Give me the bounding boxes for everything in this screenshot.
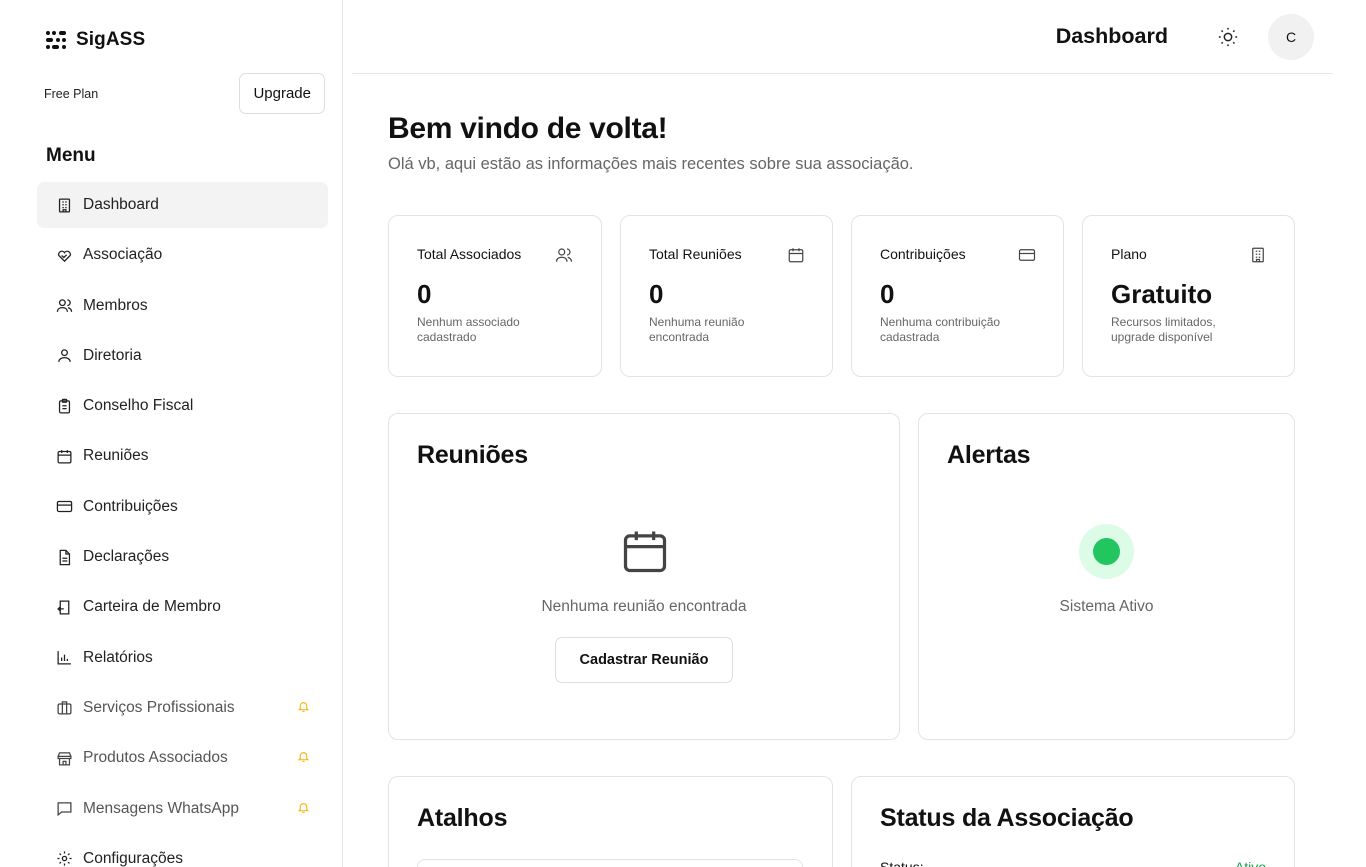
reunioes-title: Reuniões — [417, 441, 528, 469]
users-icon — [55, 297, 73, 315]
status-associacao-card: Status da Associação Status: Ativo — [851, 776, 1295, 867]
reunioes-card: Reuniões Nenhuma reunião encontrada Cada… — [388, 413, 900, 740]
sidebar-item-label: Mensagens WhatsApp — [83, 799, 239, 817]
sidebar-item-label: Associação — [83, 246, 163, 264]
store-icon — [55, 749, 73, 767]
cadastrar-reuniao-button[interactable]: Cadastrar Reunião — [555, 637, 733, 683]
sidebar: SigASS Free Plan Upgrade Menu Dashboard … — [0, 0, 343, 867]
sidebar-item-label: Conselho Fiscal — [83, 397, 194, 415]
credit-card-icon — [55, 498, 73, 516]
status-text: Sistema Ativo — [1059, 598, 1154, 615]
credit-card-icon — [1018, 246, 1036, 264]
alertas-title: Alertas — [947, 441, 1031, 469]
users-icon — [555, 246, 573, 264]
stat-card-contribuicoes: Contribuições 0 Nenhuma contribuição cad… — [851, 215, 1064, 377]
sidebar-item-label: Configurações — [83, 849, 183, 867]
sidebar-item-membros[interactable]: Membros — [37, 283, 328, 329]
status-row-label: Status: — [880, 859, 924, 867]
sidebar-item-associacao[interactable]: Associação — [37, 232, 328, 278]
bar-chart-icon — [55, 649, 73, 667]
sidebar-item-contribuicoes[interactable]: Contribuições — [37, 484, 328, 530]
message-icon — [55, 800, 73, 818]
stat-value: 0 — [649, 279, 664, 309]
avatar[interactable]: C — [1268, 14, 1314, 60]
status-associacao-title: Status da Associação — [880, 804, 1134, 832]
sidebar-item-configuracoes[interactable]: Configurações — [37, 836, 328, 867]
stat-card-total-reunioes: Total Reuniões 0 Nenhuma reunião encontr… — [620, 215, 833, 377]
sidebar-item-label: Relatórios — [83, 648, 153, 666]
sidebar-item-label: Dashboard — [83, 196, 159, 213]
stat-description: Nenhuma reunião encontrada — [649, 315, 745, 344]
stat-card-total-associados: Total Associados 0 Nenhum associado cada… — [388, 215, 602, 377]
sidebar-item-conselho-fiscal[interactable]: Conselho Fiscal — [37, 383, 328, 429]
bell-icon — [297, 700, 311, 714]
reunioes-empty-text: Nenhuma reunião encontrada — [541, 598, 747, 615]
sidebar-item-label: Membros — [83, 296, 148, 314]
atalhos-card: Atalhos — [388, 776, 833, 867]
menu-title: Menu — [46, 145, 96, 166]
sidebar-item-label: Serviços Profissionais — [83, 698, 235, 716]
calendar-icon — [619, 524, 671, 583]
theme-toggle-button[interactable] — [1215, 24, 1241, 50]
atalhos-title: Atalhos — [417, 804, 508, 832]
sun-icon — [1218, 27, 1238, 47]
welcome-title: Bem vindo de volta! — [388, 112, 668, 145]
status-indicator — [1079, 524, 1134, 579]
stat-title: Plano — [1111, 246, 1147, 262]
stat-title: Contribuições — [880, 246, 966, 262]
stat-value: 0 — [880, 279, 895, 309]
stat-description: Nenhum associado cadastrado — [417, 315, 520, 344]
user-icon — [55, 347, 73, 365]
settings-icon — [55, 850, 73, 867]
stat-description: Nenhuma contribuição cadastrada — [880, 315, 1001, 344]
bell-icon — [297, 801, 311, 815]
sidebar-item-label: Reuniões — [83, 447, 149, 465]
building-icon — [55, 196, 73, 214]
sidebar-item-label: Produtos Associados — [83, 749, 228, 767]
stat-title: Total Associados — [417, 246, 522, 262]
status-row-value: Ativo — [1234, 859, 1266, 867]
sidebar-item-label: Diretoria — [83, 346, 142, 364]
file-text-icon — [55, 548, 73, 566]
briefcase-icon — [55, 699, 73, 717]
handshake-icon — [55, 246, 73, 264]
id-card-icon — [55, 598, 73, 616]
logo-icon — [46, 31, 66, 49]
sidebar-menu: Dashboard Associação Membros Diretoria C… — [37, 182, 328, 867]
brand[interactable]: SigASS — [44, 28, 145, 52]
status-row: Status: Ativo — [880, 859, 1266, 867]
stat-value: 0 — [417, 279, 432, 309]
sidebar-item-mensagens-whatsapp[interactable]: Mensagens WhatsApp — [37, 786, 328, 832]
page-title: Dashboard — [1055, 24, 1168, 48]
welcome-subtitle: Olá vb, aqui estão as informações mais r… — [388, 155, 914, 173]
plan-label: Free Plan — [44, 86, 99, 101]
sidebar-item-diretoria[interactable]: Diretoria — [37, 333, 328, 379]
sidebar-item-label: Contribuições — [83, 497, 178, 515]
plan-row: Free Plan Upgrade — [44, 73, 325, 114]
sidebar-item-produtos-associados[interactable]: Produtos Associados — [37, 735, 328, 781]
app-name: SigASS — [76, 29, 146, 50]
stat-description: Recursos limitados, upgrade disponível — [1111, 315, 1216, 344]
sidebar-item-dashboard[interactable]: Dashboard — [37, 182, 328, 228]
sidebar-item-reunioes[interactable]: Reuniões — [37, 433, 328, 479]
status-dot-icon — [1093, 538, 1120, 565]
clipboard-icon — [55, 397, 73, 415]
sidebar-item-servicos-profissionais[interactable]: Serviços Profissionais — [37, 685, 328, 731]
bell-icon — [297, 750, 311, 764]
sidebar-item-label: Declarações — [83, 548, 170, 566]
alertas-card: Alertas Sistema Ativo — [918, 413, 1295, 740]
stat-title: Total Reuniões — [649, 246, 742, 262]
topbar: Dashboard C — [352, 0, 1333, 74]
building-icon — [1249, 246, 1267, 264]
sidebar-item-carteira-de-membro[interactable]: Carteira de Membro — [37, 584, 328, 630]
atalho-button[interactable] — [417, 859, 803, 867]
sidebar-item-declaracoes[interactable]: Declarações — [37, 534, 328, 580]
stat-card-plano: Plano Gratuito Recursos limitados, upgra… — [1082, 215, 1295, 377]
sidebar-item-label: Carteira de Membro — [83, 598, 221, 616]
upgrade-button[interactable]: Upgrade — [239, 73, 325, 114]
sidebar-item-relatorios[interactable]: Relatórios — [37, 635, 328, 681]
calendar-icon — [787, 246, 805, 264]
calendar-icon — [55, 447, 73, 465]
stat-value: Gratuito — [1111, 279, 1213, 309]
